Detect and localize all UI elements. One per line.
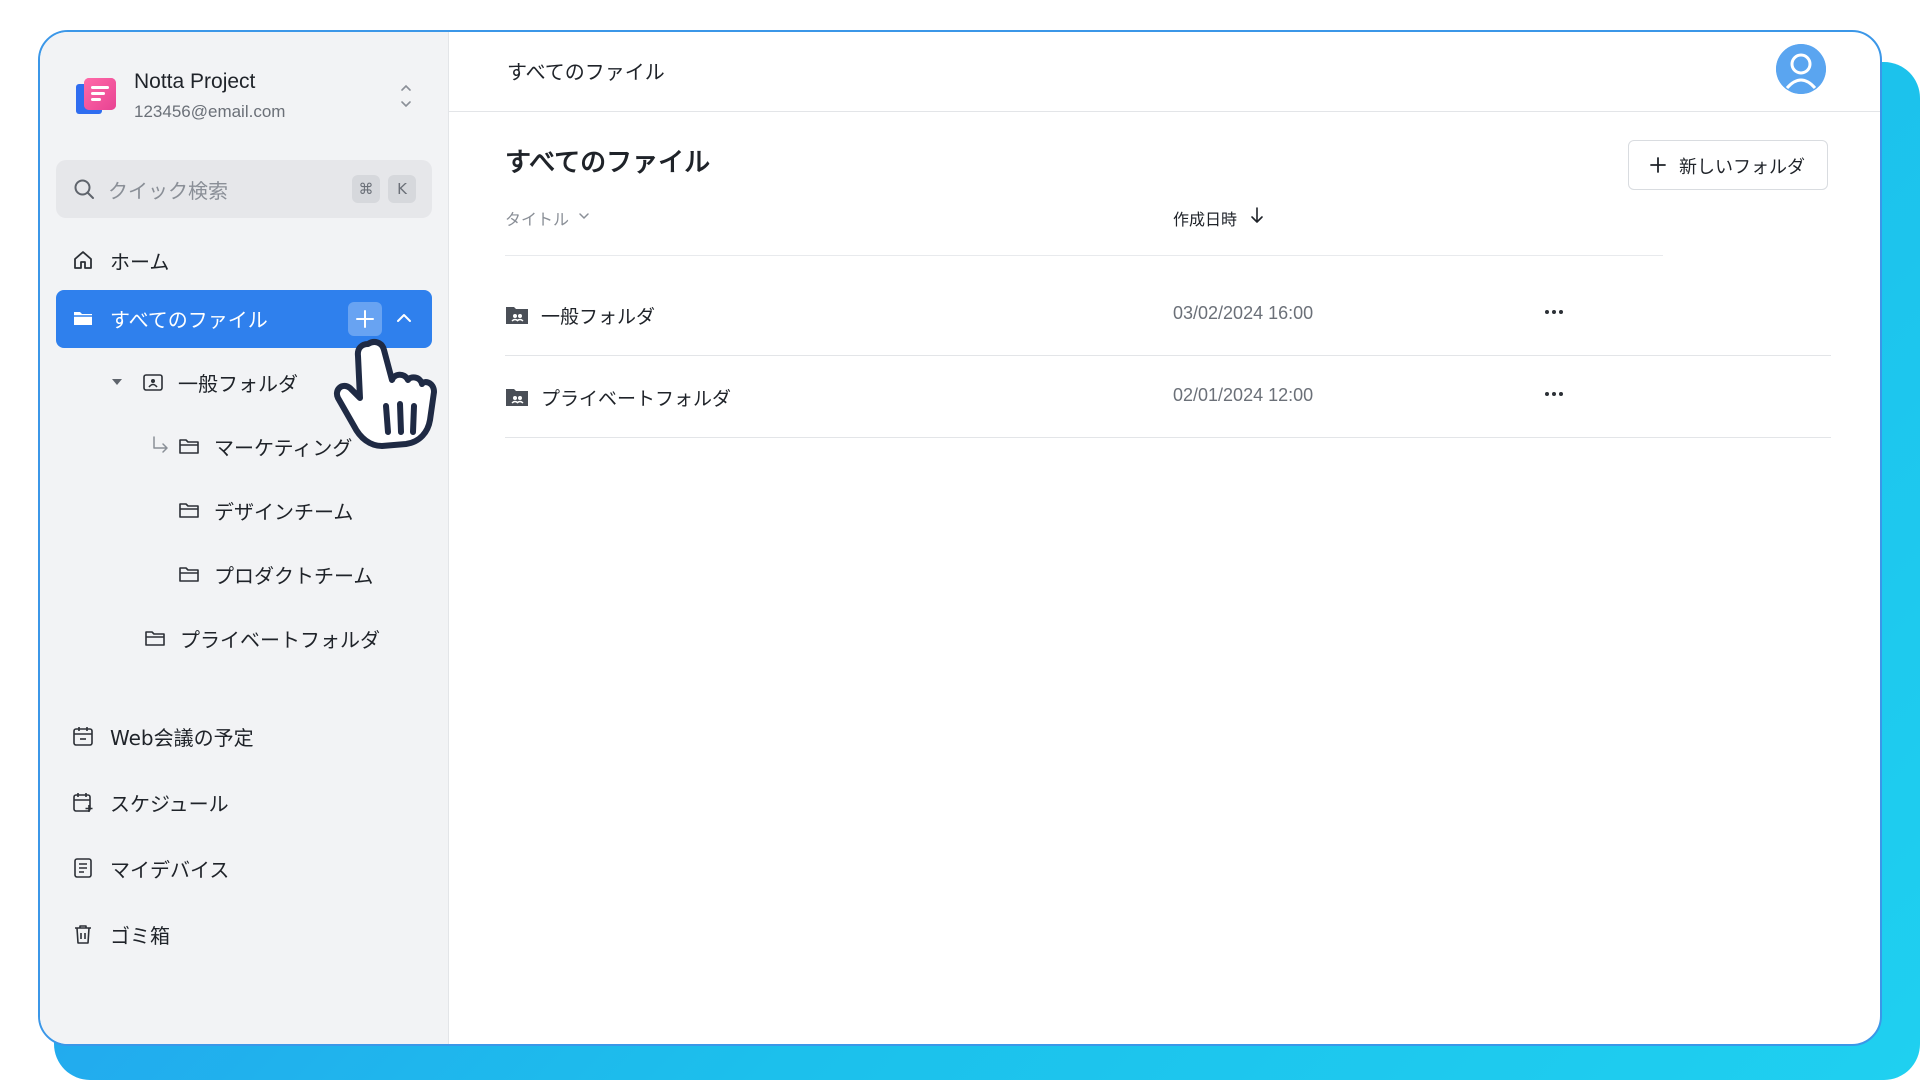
app-window: Notta Project 123456@email.com クイック検索 ⌘ … <box>38 30 1882 1046</box>
chevron-up-icon[interactable] <box>392 306 416 330</box>
more-options-icon[interactable] <box>1543 386 1565 402</box>
sidebar-item-home[interactable]: ホーム <box>56 232 432 288</box>
tree-item-label: デザインチーム <box>214 500 354 524</box>
sidebar-item-my-devices[interactable]: マイデバイス <box>56 840 432 896</box>
sort-down-arrow-icon[interactable] <box>1249 206 1265 224</box>
tree-item-product-team[interactable]: プロダクトチーム <box>178 554 438 594</box>
main-panel: すべてのファイル すべてのファイル 新しいフォルダ タイトル 作成日時 一般フォ… <box>449 32 1880 1044</box>
plus-icon <box>356 310 374 328</box>
search-placeholder: クイック検索 <box>108 179 228 203</box>
hand-cursor-icon <box>334 339 437 449</box>
avatar[interactable] <box>1776 44 1826 94</box>
folder-open-icon <box>74 312 92 325</box>
tree-item-design-team[interactable]: デザインチーム <box>178 490 438 530</box>
search-icon <box>74 179 94 199</box>
row-name: プライベートフォルダ <box>541 388 732 410</box>
table-row[interactable]: プライベートフォルダ 02/01/2024 12:00 <box>505 356 1831 438</box>
sidebar-item-trash[interactable]: ゴミ箱 <box>56 906 432 962</box>
account-name: Notta Project <box>134 70 256 93</box>
new-folder-label: 新しいフォルダ <box>1679 157 1805 178</box>
shared-folder-icon <box>506 307 528 324</box>
subfolder-arrow-icon <box>153 436 168 453</box>
shared-folder-icon <box>143 374 163 391</box>
calendar-icon <box>73 727 93 746</box>
folder-icon <box>179 439 199 454</box>
column-title-header[interactable]: タイトル <box>505 206 569 230</box>
sidebar-item-label: すべてのファイル <box>110 308 268 332</box>
chevron-updown-icon[interactable] <box>396 76 416 116</box>
column-created-header[interactable]: 作成日時 <box>1173 206 1237 230</box>
table-header: タイトル 作成日時 <box>505 206 1663 256</box>
shortcut-k-key: K <box>388 175 416 203</box>
shortcut-cmd-key: ⌘ <box>352 175 380 203</box>
sidebar-item-label: スケジュール <box>110 792 229 816</box>
folder-icon <box>145 631 165 646</box>
notta-logo-icon <box>76 78 116 114</box>
chevron-down-icon[interactable] <box>577 209 591 223</box>
new-folder-button[interactable]: 新しいフォルダ <box>1628 140 1828 190</box>
account-email: 123456@email.com <box>134 102 286 121</box>
breadcrumb: すべてのファイル <box>507 60 665 84</box>
table-row[interactable]: 一般フォルダ 03/02/2024 16:00 <box>505 274 1831 356</box>
device-list-icon <box>74 858 92 878</box>
tree-item-label: プライベートフォルダ <box>180 628 380 652</box>
tree-item-label: 一般フォルダ <box>178 372 298 396</box>
account-switcher[interactable]: Notta Project 123456@email.com <box>72 66 416 136</box>
sidebar-item-label: ホーム <box>110 250 170 274</box>
row-date: 03/02/2024 16:00 <box>1173 303 1314 323</box>
sidebar-item-label: マイデバイス <box>110 858 230 882</box>
shared-folder-icon <box>506 389 528 406</box>
page-title: すべてのファイル <box>505 148 711 178</box>
sidebar-item-label: ゴミ箱 <box>110 924 170 948</box>
folder-icon <box>179 567 199 582</box>
row-name: 一般フォルダ <box>541 306 656 328</box>
sidebar-item-label: Web会議の予定 <box>110 726 254 750</box>
user-icon <box>1776 44 1826 94</box>
tree-item-label: プロダクトチーム <box>214 564 374 588</box>
folder-icon <box>179 503 199 518</box>
sidebar-item-meetings[interactable]: Web会議の予定 <box>56 708 432 764</box>
sidebar: Notta Project 123456@email.com クイック検索 ⌘ … <box>40 32 449 1044</box>
sidebar-item-schedule[interactable]: スケジュール <box>56 774 432 830</box>
home-icon <box>74 251 92 269</box>
row-date: 02/01/2024 12:00 <box>1173 385 1314 405</box>
search-input[interactable]: クイック検索 ⌘ K <box>56 160 432 218</box>
tree-item-private-folder[interactable]: プライベートフォルダ <box>144 618 434 658</box>
plus-icon <box>1650 157 1666 173</box>
calendar-add-icon <box>73 793 93 812</box>
trash-icon <box>75 925 91 944</box>
add-folder-button[interactable] <box>348 302 382 336</box>
caret-down-icon[interactable] <box>110 376 124 388</box>
more-options-icon[interactable] <box>1543 304 1565 320</box>
top-bar: すべてのファイル <box>449 32 1880 112</box>
